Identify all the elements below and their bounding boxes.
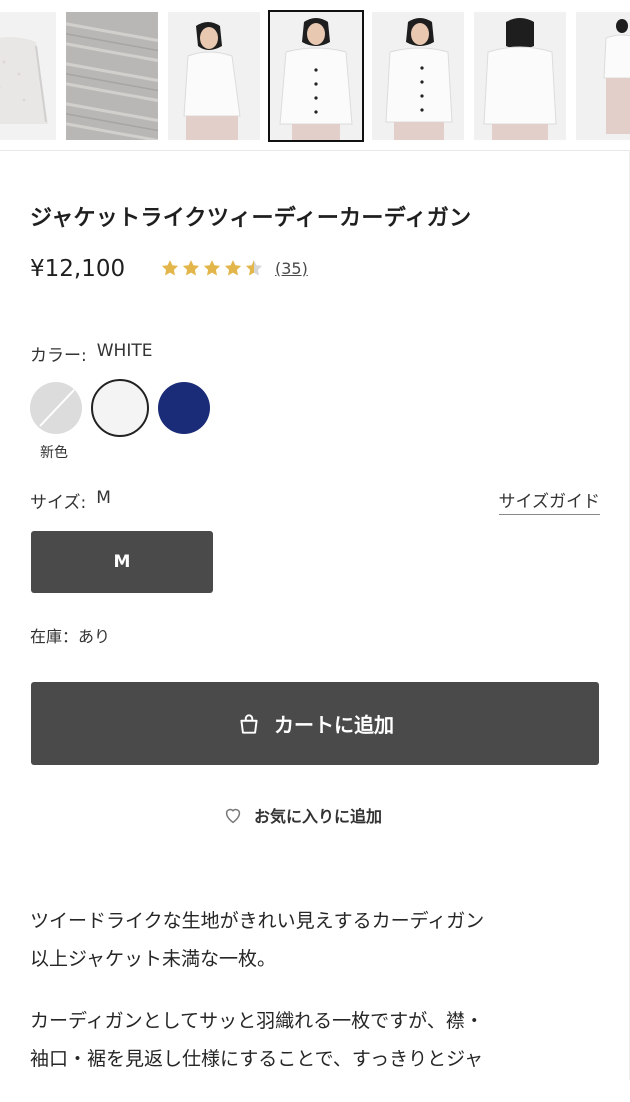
shopping-bag-icon [240, 713, 258, 734]
product-rating[interactable]: (35) [160, 258, 308, 278]
selected-color-value: WHITE [96, 341, 153, 361]
model-back-image [474, 12, 566, 140]
thumb-model-back[interactable] [474, 12, 566, 140]
thumb-model-front[interactable] [268, 10, 364, 142]
color-label: カラー: WHITE [30, 341, 152, 366]
new-color-badge: 新色 [40, 445, 68, 461]
color-swatches [30, 379, 210, 437]
description-line: 以上ジャケット未満な一枚。 [30, 948, 277, 970]
product-title: ジャケットライクツィーディーカーディガン [30, 206, 472, 231]
size-label: サイズ: M [30, 488, 111, 513]
add-to-cart-label: カートに追加 [274, 713, 394, 737]
star-half-icon [245, 260, 263, 276]
model-side-image [168, 12, 260, 140]
model-three-quarter-image [372, 12, 464, 140]
thumb-fabric-closeup[interactable] [66, 12, 158, 140]
description-line: カーディガンとしてサッと羽織れる一枚ですが、襟・ [30, 1010, 484, 1032]
thumb-cardigan-flat[interactable] [0, 12, 56, 140]
rating-stars [160, 258, 264, 278]
star-full-icon [182, 260, 200, 276]
add-to-favorites-label: お気に入りに追加 [254, 807, 383, 826]
image-thumbnail-strip [0, 0, 630, 151]
product-price: ¥12,100 [30, 256, 126, 282]
model-front-image [270, 12, 362, 140]
description-line: 袖口・裾を見返し仕様にすることで、すっきりとジャ [30, 1048, 484, 1070]
description-line: ツイードライクな生地がきれい見えするカーディガン [30, 910, 485, 932]
model-full-image [576, 12, 630, 140]
size-option-m[interactable]: M [31, 531, 213, 593]
star-full-icon [224, 260, 242, 276]
heart-icon [225, 808, 241, 824]
color-swatch-grey[interactable] [30, 382, 82, 434]
color-swatch-navy[interactable] [158, 382, 210, 434]
review-count-link[interactable]: (35) [275, 259, 308, 278]
sold-out-slash-icon [39, 389, 75, 427]
thumb-model-side[interactable] [168, 12, 260, 140]
stock-status: 在庫：あり [30, 627, 111, 646]
description-paragraph: ツイードライクな生地がきれい見えするカーディガン 以上ジャケット未満な一枚。 [30, 902, 600, 978]
selected-size-value: M [96, 488, 111, 508]
add-to-favorites-button[interactable]: お気に入りに追加 [222, 803, 382, 827]
thumb-model-full[interactable] [576, 12, 630, 140]
thumb-model-three-quarter[interactable] [372, 12, 464, 140]
size-label-text: サイズ: [30, 493, 87, 513]
size-guide-link[interactable]: サイズガイド [498, 487, 600, 515]
fabric-closeup-image [66, 12, 158, 140]
product-description: ツイードライクな生地がきれい見えするカーディガン 以上ジャケット未満な一枚。 カ… [30, 902, 600, 1102]
cardigan-flat-image [0, 12, 56, 140]
color-swatch-white[interactable] [91, 379, 149, 437]
description-paragraph: カーディガンとしてサッと羽織れる一枚ですが、襟・ 袖口・裾を見返し仕様にすること… [30, 1002, 600, 1078]
add-to-cart-button[interactable]: カートに追加 [31, 682, 599, 765]
star-full-icon [203, 260, 221, 276]
color-label-text: カラー: [30, 346, 87, 366]
star-full-icon [161, 260, 179, 276]
